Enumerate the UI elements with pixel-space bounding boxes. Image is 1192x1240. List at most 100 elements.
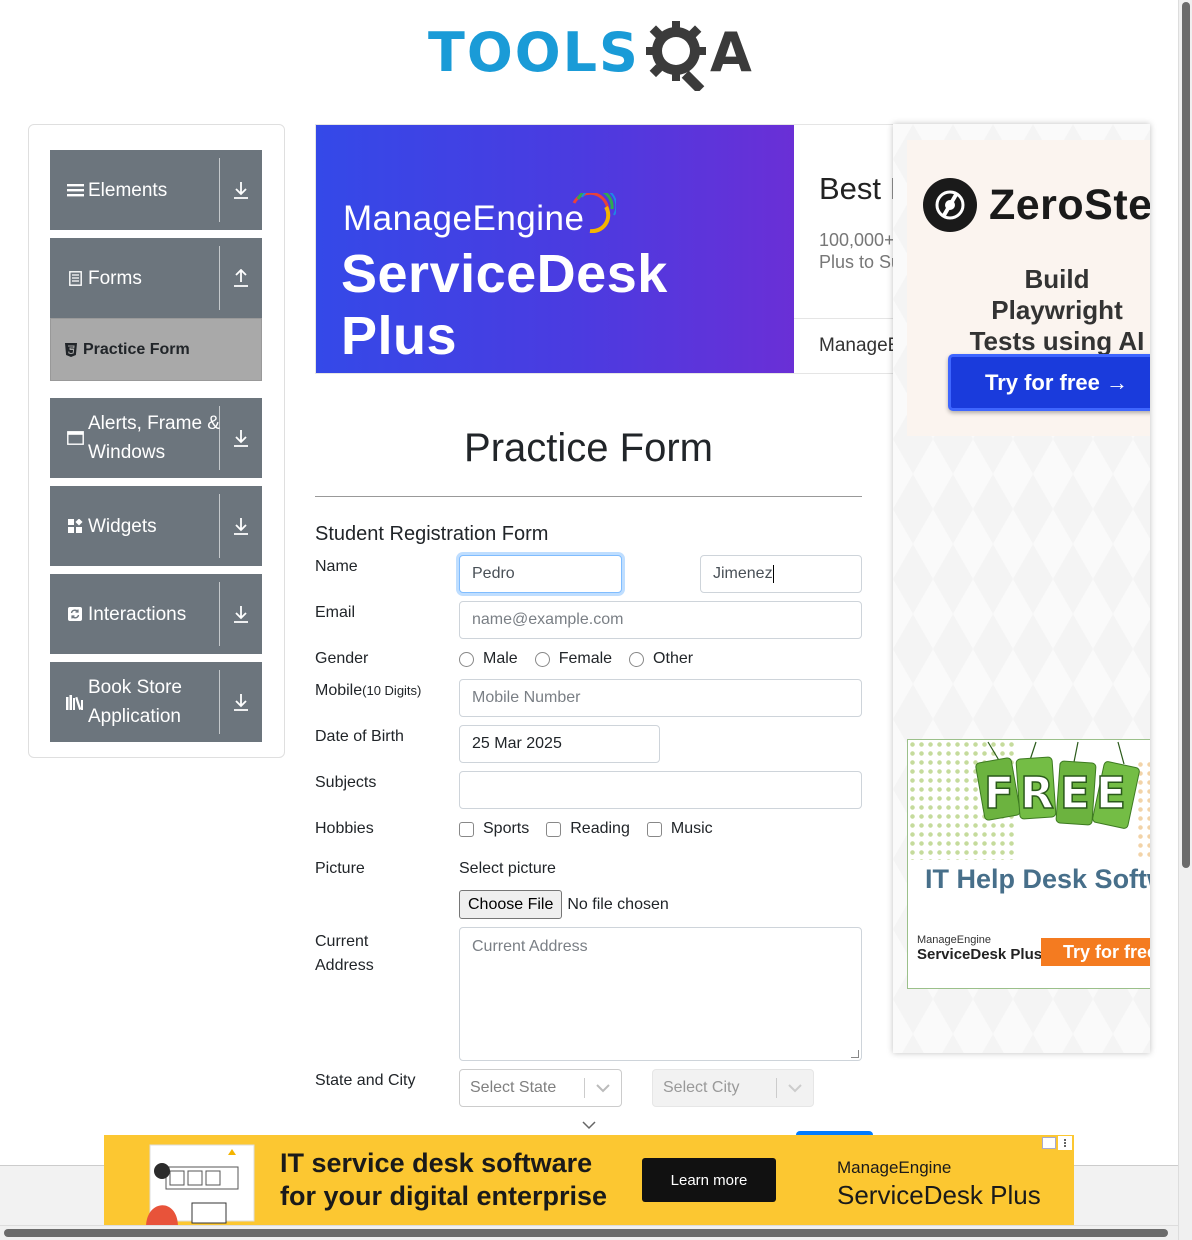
- sidebar-group-book-store[interactable]: Book Store Application: [50, 662, 262, 742]
- scrollbar-thumb[interactable]: [1182, 2, 1190, 868]
- current-address-textarea[interactable]: Current Address: [459, 927, 862, 1061]
- mobile-input[interactable]: Mobile Number: [459, 679, 862, 717]
- bottom-ad-line: for your digital enterprise: [280, 1181, 608, 1211]
- subjects-label: Subjects: [315, 774, 377, 791]
- radio-button[interactable]: [459, 651, 474, 667]
- email-label: Email: [315, 604, 356, 621]
- download-arrow-icon[interactable]: [229, 662, 253, 742]
- horizontal-scrollbar[interactable]: [0, 1225, 1178, 1240]
- sidebar-group-elements[interactable]: Elements: [50, 150, 262, 230]
- gear-magnifier-icon: [645, 21, 706, 91]
- ad-brand-panel: ManageEngine ServiceDesk Plus: [316, 125, 794, 373]
- bottom-ad-banner[interactable]: IT service desk software for your digita…: [104, 1135, 1074, 1225]
- last-name-value: Jimenez: [713, 565, 773, 582]
- file-upload: Choose File No file chosen: [459, 890, 669, 919]
- checkbox-label: Reading: [570, 820, 630, 837]
- logo-a-text: A: [709, 21, 752, 84]
- radio-button[interactable]: [534, 651, 550, 667]
- divider: [219, 670, 220, 734]
- checkbox-label: Music: [670, 820, 713, 837]
- state-select[interactable]: Select State: [459, 1069, 622, 1107]
- bottom-ad-brand-product: ServiceDesk Plus: [837, 1180, 1041, 1210]
- first-name-value: Pedro: [472, 565, 515, 582]
- vertical-scrollbar[interactable]: [1178, 0, 1192, 1240]
- last-name-input[interactable]: Jimenez: [700, 555, 862, 593]
- learn-more-button[interactable]: Learn more: [642, 1158, 776, 1202]
- sidebar-group-widgets[interactable]: Widgets: [50, 486, 262, 566]
- page-title: Practice Form: [464, 426, 713, 470]
- dob-value: 25 Mar 2025: [472, 735, 562, 752]
- first-name-input[interactable]: Pedro: [459, 555, 622, 593]
- ad-headline: Best I: [819, 171, 899, 206]
- address-label: Current Address: [315, 930, 374, 978]
- brand-arc-icon: [572, 193, 616, 233]
- bottom-ad-headline: IT service desk software for your digita…: [280, 1147, 607, 1213]
- bottom-ad-brand-small: ManageEngine: [837, 1158, 952, 1177]
- sidebar-item-practice-form[interactable]: Practice Form: [50, 318, 262, 381]
- ad-advertiser: ManageE: [819, 335, 901, 356]
- sidebar-group-interactions[interactable]: Interactions: [50, 574, 262, 654]
- divider: [219, 406, 220, 470]
- hobby-option-sports[interactable]: Sports: [459, 820, 529, 838]
- upload-arrow-icon[interactable]: [229, 238, 253, 318]
- toolsqa-logo[interactable]: TOOLS A: [428, 14, 752, 92]
- divider: [315, 496, 862, 497]
- mobile-label: Mobile(10 Digits): [315, 682, 421, 700]
- hobby-option-music[interactable]: Music: [646, 820, 713, 838]
- download-arrow-icon[interactable]: [229, 398, 253, 478]
- radio-label: Other: [653, 650, 694, 667]
- window-icon: [66, 431, 84, 445]
- email-placeholder: name@example.com: [472, 611, 624, 628]
- right-ad-column: ZeroStep Build Playwright Tests using AI…: [893, 124, 1150, 1053]
- helpdesk-headline: IT Help Desk Software: [925, 864, 1150, 894]
- bottom-ad-line: IT service desk software: [280, 1148, 593, 1178]
- divider: [219, 246, 220, 310]
- chevron-down-icon: [595, 1070, 611, 1106]
- gender-option-male[interactable]: Male: [459, 650, 518, 668]
- hobbies-label: Hobbies: [315, 820, 374, 837]
- radio-button[interactable]: [629, 651, 645, 667]
- address-placeholder: Current Address: [472, 938, 588, 955]
- gender-option-female[interactable]: Female: [534, 650, 613, 668]
- sidebar-group-forms[interactable]: Forms: [50, 238, 262, 318]
- hobby-option-reading[interactable]: Reading: [546, 820, 630, 838]
- radio-label: Female: [558, 650, 613, 667]
- zerostep-try-button[interactable]: Try for free →: [948, 354, 1150, 411]
- choose-file-button[interactable]: Choose File: [459, 890, 563, 919]
- select-picture-text: Select picture: [459, 860, 556, 877]
- left-sidebar: Elements Forms Practice Form Alerts, Fra…: [28, 124, 285, 758]
- city-select[interactable]: Select City: [652, 1069, 814, 1107]
- helpdesk-brand-small: ManageEngine: [917, 934, 992, 946]
- sidebar-group-alerts[interactable]: Alerts, Frame & Windows: [50, 398, 262, 478]
- zerostep-tagline-line: Build Playwright: [991, 264, 1123, 325]
- checkbox[interactable]: [546, 821, 562, 837]
- resize-handle-icon[interactable]: [851, 1050, 859, 1058]
- widgets-icon: [66, 518, 84, 534]
- state-placeholder: Select State: [470, 1079, 557, 1096]
- download-arrow-icon[interactable]: [229, 150, 253, 230]
- adchoices-icon[interactable]: [1042, 1137, 1056, 1149]
- ad-product-name: ServiceDesk Plus: [341, 244, 668, 366]
- dob-input[interactable]: 25 Mar 2025: [459, 725, 660, 763]
- sidebar-item-label: Practice Form: [83, 340, 190, 358]
- mobile-label-text: Mobile: [315, 682, 363, 699]
- email-input[interactable]: name@example.com: [459, 601, 862, 639]
- more-options-icon[interactable]: [1058, 1136, 1072, 1150]
- checkbox[interactable]: [459, 821, 474, 837]
- gender-option-other[interactable]: Other: [629, 650, 693, 668]
- checkbox[interactable]: [646, 821, 662, 837]
- menu-icon: [66, 183, 84, 197]
- download-arrow-icon[interactable]: [229, 486, 253, 566]
- scrollbar-thumb[interactable]: [4, 1229, 1168, 1237]
- interactions-icon: [66, 607, 84, 621]
- helpdesk-try-button[interactable]: Try for free: [1041, 938, 1150, 966]
- chevron-down-icon[interactable]: [581, 1118, 597, 1136]
- page: TOOLS A Elements Forms Practice Form Ale…: [0, 0, 1192, 1240]
- address-label-line: Current: [315, 933, 369, 950]
- free-text: FREE: [984, 768, 1132, 819]
- subjects-input[interactable]: [459, 771, 862, 809]
- download-arrow-icon[interactable]: [229, 574, 253, 654]
- divider: [219, 582, 220, 646]
- zerostep-ad[interactable]: ZeroStep Build Playwright Tests using AI…: [907, 140, 1150, 436]
- helpdesk-ad[interactable]: FREE IT Help Desk Software ManageEngine …: [907, 739, 1150, 989]
